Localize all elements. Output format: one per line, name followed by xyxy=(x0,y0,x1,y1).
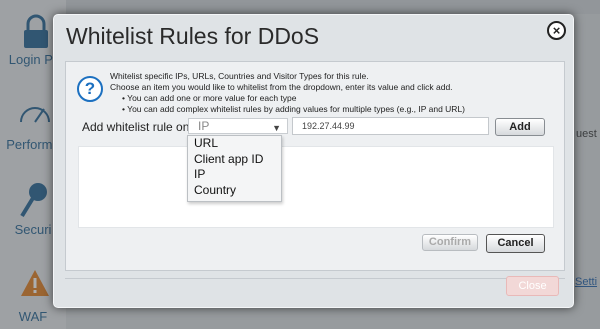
info-icon: ? xyxy=(77,76,103,102)
whitelist-rules-dialog: Whitelist Rules for DDoS × ? Whitelist s… xyxy=(53,14,574,308)
confirm-button[interactable]: Confirm xyxy=(422,234,478,251)
selected-rule-type: IP xyxy=(198,119,210,133)
dropdown-option-country[interactable]: Country xyxy=(188,183,281,199)
dropdown-option-ip[interactable]: IP xyxy=(188,167,281,183)
instructions: Whitelist specific IPs, URLs, Countries … xyxy=(110,71,560,115)
rule-value-input[interactable] xyxy=(292,117,489,135)
chevron-down-icon: ▼ xyxy=(272,123,281,133)
rule-type-select[interactable]: IP ▼ xyxy=(188,118,288,134)
add-button[interactable]: Add xyxy=(495,118,545,136)
rule-type-dropdown: URL Client app ID IP Country xyxy=(187,135,282,202)
instruction-bullet: • You can add complex whitelist rules by… xyxy=(122,104,466,114)
rule-type-label: Add whitelist rule on xyxy=(82,120,190,134)
rules-panel: ? Whitelist specific IPs, URLs, Countrie… xyxy=(65,61,565,271)
footer-divider xyxy=(65,278,565,279)
instruction-bullet: • You can add one or more value for each… xyxy=(122,93,297,103)
dropdown-option-client-app-id[interactable]: Client app ID xyxy=(188,152,281,168)
cancel-button[interactable]: Cancel xyxy=(486,234,545,253)
whitelist-rules-list xyxy=(78,146,554,228)
instruction-line: Whitelist specific IPs, URLs, Countries … xyxy=(110,71,369,81)
dialog-title: Whitelist Rules for DDoS xyxy=(66,23,320,49)
instruction-line: Choose an item you would like to whiteli… xyxy=(110,82,453,92)
dropdown-option-url[interactable]: URL xyxy=(188,136,281,152)
close-icon[interactable]: × xyxy=(547,21,566,40)
close-button[interactable]: Close xyxy=(506,276,559,296)
